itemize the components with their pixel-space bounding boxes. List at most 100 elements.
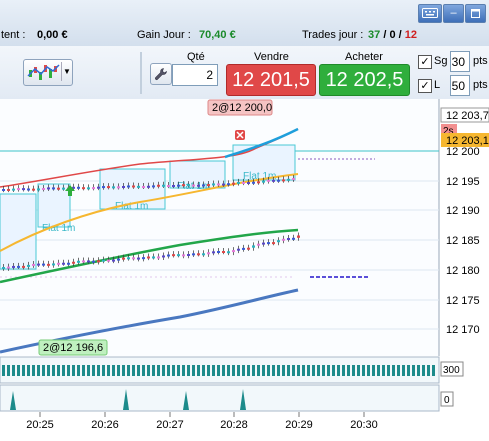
candle [212, 251, 215, 254]
x-tick: 20:30 [350, 419, 378, 431]
candle [207, 184, 210, 187]
volume-bar [262, 365, 265, 376]
candle [97, 186, 100, 189]
minimize-button[interactable]: – [443, 4, 464, 23]
limit-label: L [434, 79, 441, 91]
volume-bar [92, 365, 95, 376]
volume-bar [152, 365, 155, 376]
price-chart[interactable]: 12 200 12 195 12 190 12 185 12 180 12 17… [0, 99, 489, 438]
candle [7, 188, 10, 191]
volume-bar [432, 365, 435, 376]
limit-unit: pts [473, 79, 488, 91]
candle [197, 253, 200, 256]
volume-bar [42, 365, 45, 376]
volume-bar [242, 365, 245, 376]
qty-label: Qté [187, 51, 205, 63]
volume-bar [337, 365, 340, 376]
volume-bar [232, 365, 235, 376]
volume-bar [157, 365, 160, 376]
candle [47, 263, 50, 266]
candle [137, 185, 140, 188]
volume-bar [217, 365, 220, 376]
buy-button[interactable]: 12 202,5 [319, 64, 410, 96]
volume-bar [372, 365, 375, 376]
candle [267, 242, 270, 245]
candle [37, 188, 40, 191]
trades-sep: / [398, 29, 402, 41]
volume-bar [402, 365, 405, 376]
candle [72, 261, 75, 264]
limit-checkbox[interactable]: ✓ [418, 79, 432, 93]
qty-input[interactable]: 2 [172, 64, 218, 86]
candle [167, 254, 170, 257]
sell-button[interactable]: 12 201,5 [226, 64, 316, 96]
volume-bar [162, 365, 165, 376]
candle [182, 254, 185, 257]
volume-bar [287, 365, 290, 376]
stop-loss-label: Sg [434, 55, 448, 67]
volume-bar [17, 365, 20, 376]
candle [177, 184, 180, 187]
y-tick: 12 190 [446, 205, 480, 217]
candle [272, 242, 275, 245]
volume-bar [37, 365, 40, 376]
candle [277, 179, 280, 182]
volume-bar [222, 365, 225, 376]
volume-bar [412, 365, 415, 376]
volume-bar [387, 365, 390, 376]
candle [77, 260, 80, 263]
volume-bar [397, 365, 400, 376]
keyboard-icon[interactable] [418, 4, 442, 23]
maximize-button[interactable] [465, 4, 486, 23]
candle [222, 183, 225, 186]
volume-bar [307, 365, 310, 376]
candle [242, 181, 245, 184]
candle [192, 184, 195, 187]
volume-bar [282, 365, 285, 376]
candle [17, 188, 20, 191]
bid-price-label: 12 203,1 [446, 135, 489, 147]
y-tick: 12 195 [446, 176, 480, 188]
candle [42, 188, 45, 191]
stop-loss-input[interactable]: 30 [450, 51, 470, 72]
volume-bar [22, 365, 25, 376]
volume-bar [117, 365, 120, 376]
take-profit-order-label: 2@12 200,0 [212, 102, 272, 114]
candle [87, 187, 90, 190]
candle [27, 264, 30, 267]
y-tick: 12 200 [446, 146, 480, 158]
candle [127, 257, 130, 260]
volume-bar [182, 365, 185, 376]
volume-bar [352, 365, 355, 376]
candle [172, 254, 175, 257]
candle [292, 237, 295, 240]
volume-bar [142, 365, 145, 376]
candle [212, 183, 215, 186]
chart-canvas: 12 200 12 195 12 190 12 185 12 180 12 17… [0, 99, 489, 431]
volume-bar [297, 365, 300, 376]
candle [117, 258, 120, 261]
candle [267, 179, 270, 182]
candle [57, 187, 60, 190]
y-tick: 12 180 [446, 265, 480, 277]
volume-bar [187, 365, 190, 376]
volume-bar [197, 365, 200, 376]
volume-bar [72, 365, 75, 376]
limit-input[interactable]: 50 [450, 75, 470, 96]
chart-type-dropdown[interactable]: ▼ [23, 59, 73, 86]
volume-bar [417, 365, 420, 376]
candle [187, 254, 190, 256]
time-axis: 20:25 20:26 20:27 20:28 20:29 20:30 [26, 419, 378, 431]
volume-bar [87, 365, 90, 376]
settings-button[interactable] [150, 63, 172, 85]
volume-bar [7, 365, 10, 376]
volume-bar [57, 365, 60, 376]
candle [207, 252, 210, 255]
volume-bar [257, 365, 260, 376]
stop-loss-checkbox[interactable]: ✓ [418, 55, 432, 69]
candle [107, 259, 110, 262]
x-tick: 20:27 [156, 419, 184, 431]
candle [112, 186, 115, 189]
candle [82, 187, 85, 190]
x-tick: 20:28 [220, 419, 248, 431]
